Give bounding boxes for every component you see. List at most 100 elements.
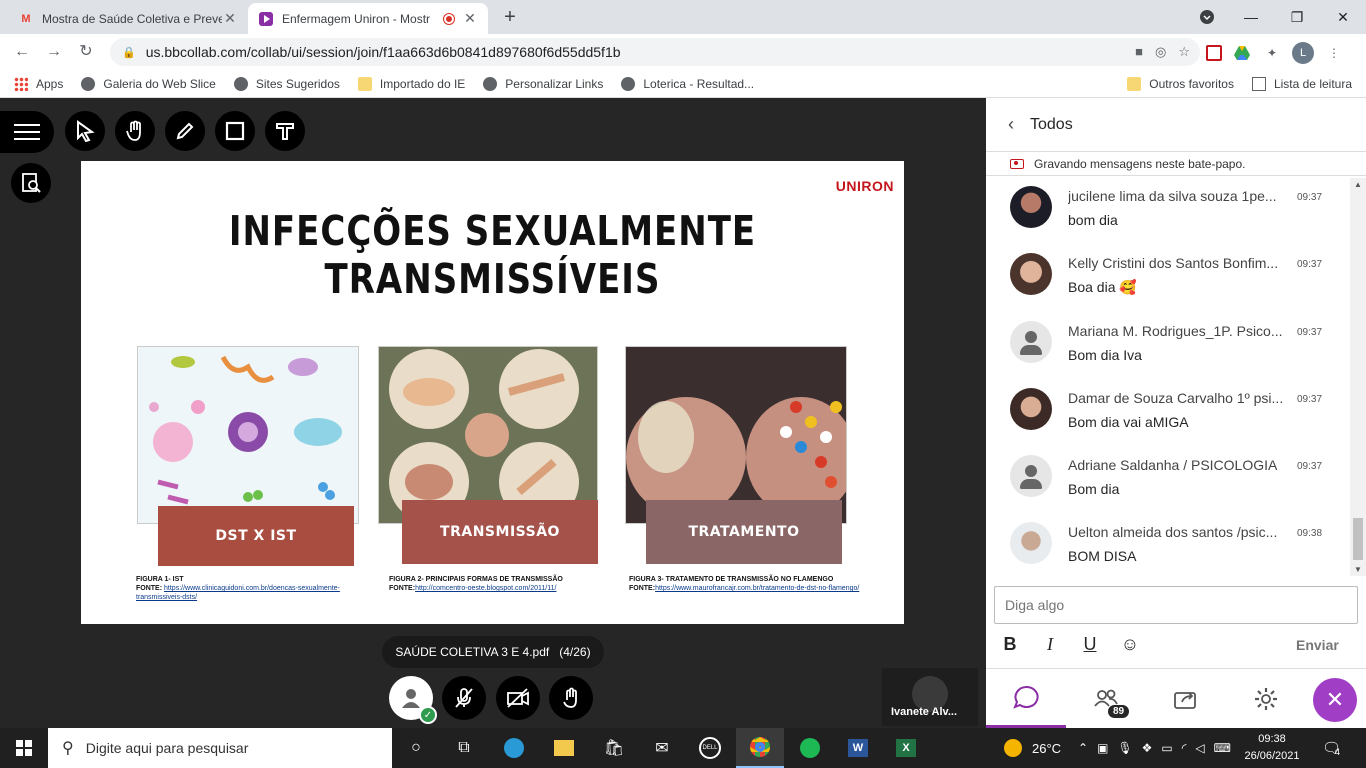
- sun-icon: [1004, 739, 1022, 757]
- chat-input[interactable]: [994, 586, 1358, 624]
- camera-icon[interactable]: ■: [1135, 44, 1143, 60]
- select-tool-button[interactable]: [65, 111, 105, 151]
- tab-enfermagem[interactable]: Enfermagem Uniron - Mostr ✕: [248, 3, 488, 34]
- bookmark-sites[interactable]: Sites Sugeridos: [233, 76, 340, 91]
- volume-icon[interactable]: ◁: [1195, 741, 1204, 755]
- send-button[interactable]: Enviar: [1296, 637, 1339, 653]
- restore-button[interactable]: ❐: [1274, 0, 1320, 34]
- reading-list[interactable]: Lista de leitura: [1251, 77, 1352, 91]
- chat-scrollbar[interactable]: ▲ ▼: [1350, 178, 1366, 576]
- address-bar[interactable]: 🔒 us.bbcollab.com/collab/ui/session/join…: [110, 38, 1200, 66]
- file-explorer-icon[interactable]: [540, 728, 588, 768]
- tab-search-icon[interactable]: [1184, 0, 1230, 34]
- puzzle-icon[interactable]: ✦: [1262, 43, 1282, 63]
- chevron-left-icon[interactable]: ‹: [1008, 114, 1014, 135]
- dropbox-icon[interactable]: ❖: [1142, 741, 1153, 755]
- reload-button[interactable]: ↻: [74, 40, 98, 64]
- scrollbar-thumb[interactable]: [1353, 518, 1363, 560]
- camera-off-icon: [507, 688, 529, 708]
- star-icon[interactable]: ☆: [1178, 44, 1190, 60]
- drive-icon[interactable]: [1232, 43, 1252, 63]
- close-tab-icon[interactable]: ✕: [222, 10, 238, 27]
- folder-icon: [357, 76, 372, 91]
- edge-icon[interactable]: [490, 728, 538, 768]
- raise-hand-button[interactable]: [549, 676, 593, 720]
- taskbar-search[interactable]: ⚲ Digite aqui para pesquisar: [48, 728, 392, 768]
- italic-button[interactable]: I: [1038, 634, 1062, 655]
- tab-mostra[interactable]: M Mostra de Saúde Coletiva e Preve ✕: [8, 3, 248, 34]
- battery-icon[interactable]: ▭: [1161, 741, 1172, 755]
- task-view-icon[interactable]: ⧉: [440, 728, 488, 768]
- excel-icon[interactable]: X: [882, 728, 930, 768]
- bookmark-other[interactable]: Outros favoritos: [1127, 77, 1234, 91]
- figure-caption-1: FIGURA 1- IST FONTE: https://www.clinica…: [136, 576, 340, 601]
- start-button[interactable]: [0, 728, 48, 768]
- extension-icon[interactable]: [1206, 45, 1222, 61]
- profile-avatar[interactable]: L: [1292, 42, 1314, 64]
- scroll-up-icon[interactable]: ▲: [1354, 180, 1362, 189]
- zoom-tool-button[interactable]: [11, 163, 51, 203]
- chat-tab-button[interactable]: [986, 669, 1066, 729]
- camera-button[interactable]: [496, 676, 540, 720]
- document-indicator: SAÚDE COLETIVA 3 E 4.pdf (4/26): [382, 636, 604, 668]
- close-icon: ✕: [1325, 687, 1345, 712]
- figure-caption-2: FIGURA 2- PRINCIPAIS FORMAS DE TRANSMISS…: [389, 576, 563, 592]
- avatar: [1010, 522, 1052, 564]
- close-window-button[interactable]: ✕: [1320, 0, 1366, 34]
- settings-button[interactable]: [1226, 669, 1306, 729]
- text-tool-button[interactable]: [265, 111, 305, 151]
- emoji-button[interactable]: ☺: [1118, 634, 1142, 655]
- keyboard-icon[interactable]: ⌨: [1214, 741, 1231, 755]
- store-icon[interactable]: 🛍: [590, 728, 638, 768]
- chrome-icon[interactable]: [736, 728, 784, 768]
- wifi-icon[interactable]: ◜: [1182, 741, 1187, 755]
- system-clock[interactable]: 09:38 26/06/2021: [1240, 731, 1304, 765]
- source-link[interactable]: http://comcentro-oeste.blogspot.com/2011…: [415, 585, 556, 592]
- document-name: SAÚDE COLETIVA 3 E 4.pdf: [395, 645, 550, 659]
- figure-caption-3: FIGURA 3- TRATAMENTO DE TRANSMISSÃO NO F…: [629, 576, 860, 592]
- bookmark-loterica[interactable]: Loterica - Resultad...: [621, 76, 754, 91]
- chat-message: Damar de Souza Carvalho 1º psi... 09:37 …: [1010, 384, 1340, 444]
- menu-icon[interactable]: ⋮: [1324, 43, 1344, 63]
- microphone-icon[interactable]: 🎙: [1117, 741, 1132, 755]
- session-menu-button[interactable]: [0, 111, 54, 153]
- my-status-button[interactable]: ✓: [389, 676, 437, 724]
- underline-button[interactable]: U: [1078, 634, 1102, 655]
- bookmark-links[interactable]: Personalizar Links: [483, 76, 603, 91]
- microphone-button[interactable]: [442, 676, 486, 720]
- meet-icon[interactable]: ▣: [1097, 741, 1108, 755]
- eye-off-icon[interactable]: ◎: [1155, 44, 1166, 60]
- new-tab-button[interactable]: +: [498, 6, 522, 30]
- bold-button[interactable]: B: [998, 634, 1022, 655]
- shape-tool-button[interactable]: [215, 111, 255, 151]
- dell-icon[interactable]: DELL: [686, 728, 734, 768]
- minimize-button[interactable]: —: [1228, 0, 1274, 34]
- spotify-icon[interactable]: [786, 728, 834, 768]
- chevron-up-icon[interactable]: ⌃: [1078, 741, 1088, 755]
- forward-button[interactable]: →: [42, 40, 66, 64]
- cortana-icon[interactable]: ○: [392, 728, 440, 768]
- source-link[interactable]: https://www.maurofrancajr.com.br/tratame…: [655, 585, 859, 592]
- mail-icon[interactable]: ✉: [638, 728, 686, 768]
- pan-tool-button[interactable]: [115, 111, 155, 151]
- source-link[interactable]: https://www.clinicaguidoni.com.br/doenca…: [136, 585, 340, 601]
- bookmark-ie[interactable]: Importado do IE: [357, 76, 465, 91]
- close-tab-icon[interactable]: ✕: [462, 10, 478, 27]
- word-icon[interactable]: W: [834, 728, 882, 768]
- scroll-down-icon[interactable]: ▼: [1354, 565, 1362, 574]
- back-button[interactable]: ←: [10, 40, 34, 64]
- close-panel-button[interactable]: ✕: [1313, 678, 1357, 722]
- pen-tool-button[interactable]: [165, 111, 205, 151]
- participants-tab-button[interactable]: 89: [1066, 669, 1146, 729]
- content-stage: UNIRON INFECÇÕES SEXUALMENTE TRANSMISSÍV…: [0, 98, 986, 728]
- reading-list-icon: [1251, 77, 1266, 91]
- bookmark-web-slice[interactable]: Galeria do Web Slice: [81, 76, 216, 91]
- browser-tab-bar: M Mostra de Saúde Coletiva e Preve ✕ Enf…: [0, 0, 1366, 34]
- weather-widget[interactable]: 26°C: [1004, 728, 1061, 768]
- bookmark-apps[interactable]: Apps: [14, 76, 63, 91]
- windows-taskbar: ⚲ Digite aqui para pesquisar ○ ⧉ 🛍 ✉ DEL…: [0, 728, 1366, 768]
- participant-tile[interactable]: Ivanete Alv...: [882, 668, 978, 726]
- chat-message: Kelly Cristini dos Santos Bonfim... 09:3…: [1010, 249, 1340, 309]
- notification-center[interactable]: 🗨 4: [1322, 728, 1341, 768]
- share-content-button[interactable]: [1146, 669, 1226, 729]
